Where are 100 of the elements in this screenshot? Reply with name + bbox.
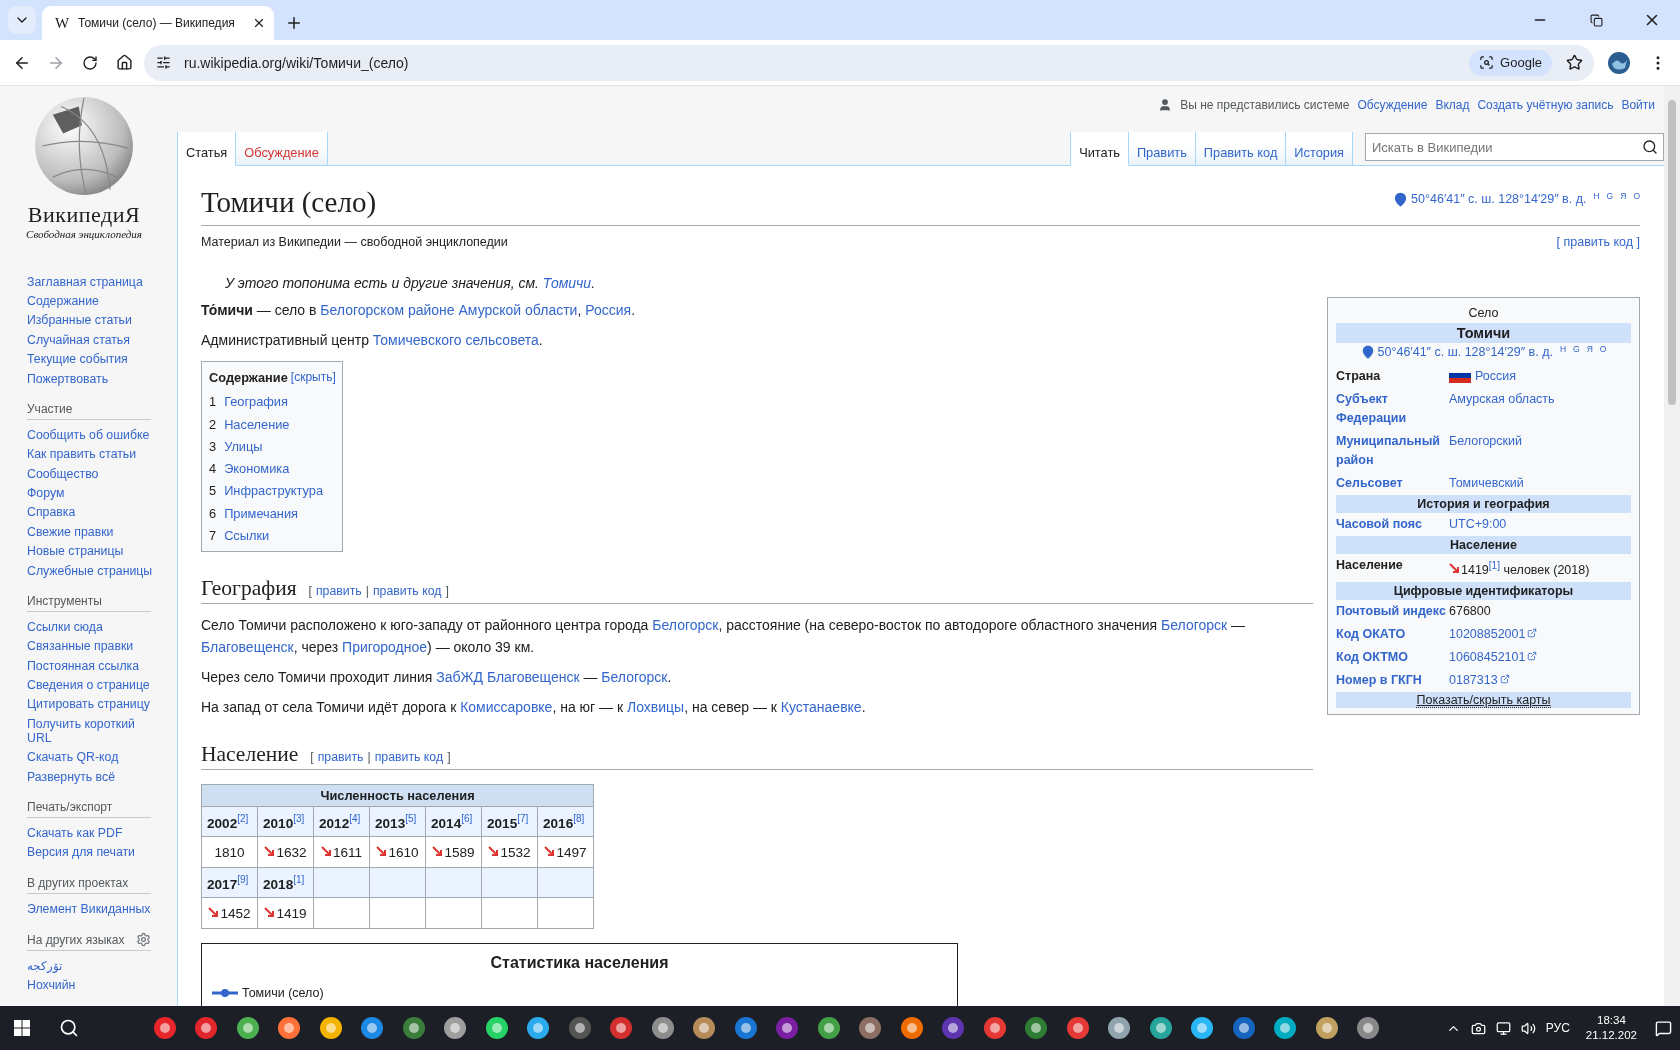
sliders-icon[interactable] <box>155 55 171 70</box>
app-icon[interactable] <box>650 1016 675 1040</box>
map-service-link[interactable]: H <box>1559 345 1567 354</box>
sidebar-link[interactable]: Содержание <box>27 291 159 311</box>
lens-icon[interactable] <box>1479 55 1495 70</box>
link[interactable]: Томичевского сельсовета <box>372 332 539 348</box>
map-service-link[interactable]: O <box>1633 192 1640 201</box>
app-icon[interactable] <box>484 1016 509 1040</box>
sidebar-link[interactable]: Сведения о странице <box>27 675 159 695</box>
sidebar-link[interactable]: Сообщество <box>27 464 159 484</box>
scrollbar-thumb[interactable] <box>1668 100 1676 405</box>
personal-link[interactable]: Войти <box>1621 98 1655 112</box>
toc-toggle-link[interactable]: [скрыть] <box>290 370 336 385</box>
app-icon[interactable] <box>1190 1016 1215 1040</box>
sidebar-link[interactable]: Новые страницы <box>27 541 159 561</box>
page-tab[interactable]: Обсуждение <box>236 132 328 166</box>
app-icon[interactable] <box>816 1016 841 1040</box>
app-icon[interactable] <box>567 1016 592 1040</box>
toc-item[interactable]: 1 География <box>209 394 336 410</box>
app-icon[interactable] <box>194 1016 219 1040</box>
link[interactable]: Томичи <box>542 275 592 291</box>
google-lens-chip[interactable]: Google <box>1469 49 1552 76</box>
infobox-value[interactable]: Россия <box>1475 369 1516 383</box>
sidebar-link[interactable]: Текущие события <box>27 349 159 369</box>
map-service-link[interactable]: H <box>1593 192 1600 201</box>
coordinates-link[interactable]: 50°46′41″ с. ш. 128°14′29″ в. д. <box>1377 345 1553 359</box>
sidebar-link[interactable]: Версия для печати <box>27 842 159 862</box>
page-tab[interactable]: Править код <box>1195 132 1287 166</box>
toc-item[interactable]: 4 Экономика <box>209 461 336 477</box>
sidebar-link[interactable]: Скачать как PDF <box>27 823 159 843</box>
link[interactable]: Пригородное <box>342 639 428 656</box>
infobox-label[interactable]: Номер в ГКГН <box>1336 669 1449 693</box>
link[interactable]: Белогорск <box>1161 617 1228 634</box>
address-bar[interactable]: ru.wikipedia.org/wiki/Томичи_(село) Google <box>144 44 1594 81</box>
infobox-label[interactable]: Почтовый индекс <box>1336 600 1449 624</box>
infobox-value[interactable]: 10208852001 <box>1449 627 1526 642</box>
infobox-value[interactable]: UTC+9:00 <box>1449 517 1507 531</box>
app-icon[interactable] <box>401 1016 426 1040</box>
infobox-value[interactable]: Белогорский <box>1449 434 1522 448</box>
infobox-value[interactable]: Амурская область <box>1449 392 1555 406</box>
edit-link[interactable]: править код <box>374 750 444 765</box>
restore-icon[interactable] <box>1589 13 1603 27</box>
infobox-label[interactable]: Код ОКТМО <box>1336 646 1449 670</box>
puzzle-globe-logo-icon[interactable] <box>32 94 136 198</box>
link[interactable]: ЗабЖД Благовещенск <box>436 669 580 686</box>
app-icon[interactable] <box>941 1016 966 1040</box>
app-icon[interactable] <box>152 1016 177 1040</box>
sidebar-link[interactable]: Элемент Викиданных <box>27 899 159 919</box>
sidebar-link[interactable]: Получить короткий URL <box>27 714 159 748</box>
sidebar-link[interactable]: Сообщить об ошибке <box>27 425 159 445</box>
app-icon[interactable] <box>526 1016 551 1040</box>
settings-icon[interactable] <box>136 932 151 948</box>
toc-item[interactable]: 7 Ссылки <box>209 528 336 544</box>
coordinates-link[interactable]: 50°46′41″ с. ш. 128°14′29″ в. д. <box>1411 192 1587 206</box>
app-icon[interactable] <box>1231 1016 1256 1040</box>
page-tab[interactable]: Читать <box>1071 132 1129 166</box>
sidebar-link[interactable]: Заглавная страница <box>27 272 159 292</box>
reload-icon[interactable] <box>82 54 98 71</box>
search-icon[interactable] <box>1642 139 1658 155</box>
sidebar-link[interactable]: Избранные статьи <box>27 310 159 331</box>
toc-item[interactable]: 5 Инфраструктура <box>209 483 336 499</box>
edit-source-link[interactable]: [ править код ] <box>1556 235 1640 249</box>
app-icon[interactable] <box>1314 1016 1339 1040</box>
home-icon[interactable] <box>115 54 133 71</box>
infobox-value[interactable]: Томичевский <box>1449 476 1524 490</box>
infobox-value[interactable]: 0187313 <box>1449 673 1498 688</box>
search-icon[interactable] <box>59 1018 79 1038</box>
page-tab[interactable]: Править <box>1128 132 1196 166</box>
plus-icon[interactable] <box>285 14 303 32</box>
app-icon[interactable] <box>733 1016 758 1040</box>
search-field[interactable]: Искать в Википедии <box>1365 133 1664 161</box>
infobox-label[interactable]: Часовой пояс <box>1336 513 1449 536</box>
link[interactable]: Лохвицы <box>627 699 685 716</box>
infobox-value[interactable]: 10608452101 <box>1449 650 1526 665</box>
edit-link[interactable]: править <box>315 584 362 599</box>
link[interactable]: Благовещенск <box>201 639 294 656</box>
personal-link[interactable]: Обсуждение <box>1357 98 1428 112</box>
app-icon[interactable] <box>1024 1016 1049 1040</box>
infobox-label[interactable]: Код ОКАТО <box>1336 623 1449 647</box>
personal-link[interactable]: Вклад <box>1435 98 1470 112</box>
wikipedia-wordmark[interactable]: ВикипедиЯ <box>27 202 141 228</box>
map-service-link[interactable]: G <box>1606 192 1614 201</box>
volume-icon[interactable] <box>1520 1020 1536 1036</box>
app-icon[interactable] <box>1356 1016 1381 1040</box>
infobox-label[interactable]: Сельсовет <box>1336 472 1449 495</box>
app-icon[interactable] <box>1107 1016 1132 1040</box>
page-tab[interactable]: История <box>1286 132 1353 166</box>
sidebar-link[interactable]: Случайная статья <box>27 330 159 350</box>
notifications-icon[interactable] <box>1655 1019 1672 1037</box>
sidebar-link[interactable]: Связанные правки <box>27 636 159 656</box>
input-language[interactable]: РУС <box>1545 1021 1570 1035</box>
app-icon[interactable] <box>692 1016 717 1040</box>
app-icon[interactable] <box>1273 1016 1298 1040</box>
app-icon[interactable] <box>235 1016 260 1040</box>
link[interactable]: Кустанаевке <box>780 699 862 716</box>
link[interactable]: Россия <box>585 302 632 318</box>
link[interactable]: Комиссаровке <box>460 699 553 716</box>
app-icon[interactable] <box>277 1016 302 1040</box>
camera-icon[interactable] <box>1470 1020 1486 1036</box>
edit-link[interactable]: править <box>317 750 364 765</box>
